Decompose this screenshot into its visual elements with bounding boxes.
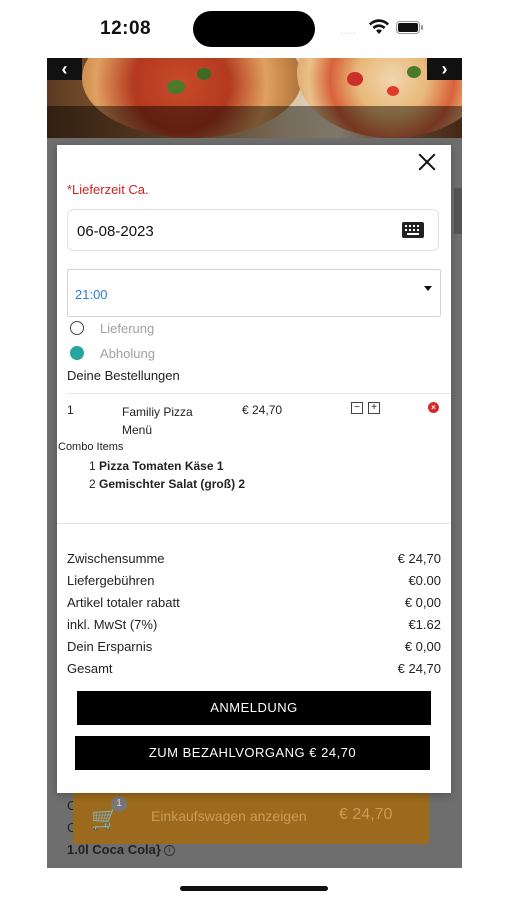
subtotal-label: Zwischensumme xyxy=(67,551,165,566)
option-label: Abholung xyxy=(100,346,155,361)
combo-name: Gemischter Salat (groß) 2 xyxy=(99,477,246,491)
order-price: € 24,70 xyxy=(242,403,283,417)
wifi-icon xyxy=(369,19,389,34)
topping xyxy=(407,66,421,78)
delivery-fee-label: Liefergebühren xyxy=(67,573,155,588)
savings-value: € 0,00 xyxy=(404,639,441,654)
vat-value: €1.62 xyxy=(408,617,441,632)
increase-qty-button[interactable]: + xyxy=(368,402,380,414)
combo-qty: 1 xyxy=(89,459,96,473)
decrease-qty-button[interactable]: − xyxy=(351,402,363,414)
discount-label: Artikel totaler rabatt xyxy=(67,595,180,610)
status-bar: 12:08 ···· xyxy=(0,0,507,58)
delivery-fee-value: €0.00 xyxy=(408,573,441,588)
signal-icon: ···· xyxy=(340,28,358,39)
prev-arrow-button[interactable]: ‹ xyxy=(47,58,82,80)
delivery-time-label: *Lieferzeit Ca. xyxy=(67,182,149,197)
view-cart-button[interactable]: 🛒 1 Einkaufswagen anzeigen € 24,70 xyxy=(73,790,429,844)
discount-value: € 0,00 xyxy=(404,595,441,610)
date-value: 06-08-2023 xyxy=(77,223,154,240)
divider xyxy=(67,393,451,394)
grand-total-value: € 24,70 xyxy=(397,661,441,676)
side-panel xyxy=(454,188,462,234)
date-field[interactable]: 06-08-2023 xyxy=(67,209,439,251)
combo-qty: 2 xyxy=(89,477,96,491)
option-label: Lieferung xyxy=(100,321,155,336)
orders-heading: Deine Bestellungen xyxy=(67,368,180,383)
login-button[interactable]: ANMELDUNG xyxy=(77,691,431,725)
radio-button[interactable] xyxy=(70,321,84,335)
product-snippet: 1.0l Coca Cola} i xyxy=(67,842,175,857)
order-qty: 1 xyxy=(67,403,74,417)
cart-count-badge: 1 xyxy=(111,796,127,812)
remove-item-icon[interactable]: × xyxy=(428,402,439,413)
keyboard-icon[interactable] xyxy=(402,222,424,238)
combo-item: 1 Pizza Tomaten Käse 1 xyxy=(89,459,224,473)
vat-label: inkl. MwSt (7%) xyxy=(67,617,158,632)
next-arrow-button[interactable]: › xyxy=(427,58,462,80)
topping xyxy=(167,80,185,94)
order-name: Familiy Pizza Menü xyxy=(122,405,193,437)
status-time: 12:08 xyxy=(100,18,152,39)
combo-heading: Combo Items xyxy=(58,441,124,453)
topping xyxy=(197,68,211,80)
subtotal-value: € 24,70 xyxy=(397,551,441,566)
time-value: 21:00 xyxy=(75,287,108,302)
battery-icon xyxy=(396,21,424,35)
topping xyxy=(347,72,363,86)
grand-total-label: Gesamt xyxy=(67,661,113,676)
savings-label: Dein Ersparnis xyxy=(67,639,153,654)
time-select[interactable]: 21:00 xyxy=(67,269,441,317)
chevron-down-icon xyxy=(424,286,432,291)
combo-name: Pizza Tomaten Käse 1 xyxy=(99,459,224,473)
topping xyxy=(387,86,399,96)
hero-shade xyxy=(47,106,462,138)
radio-button[interactable] xyxy=(70,346,84,360)
divider xyxy=(57,523,451,524)
order-modal: *Lieferzeit Ca. 06-08-2023 21:00 Lieferu… xyxy=(57,145,451,793)
checkout-button[interactable]: ZUM BEZAHLVORGANG € 24,70 xyxy=(75,736,430,770)
product-snippet-text: 1.0l Coca Cola} xyxy=(67,842,161,857)
dynamic-island xyxy=(193,11,315,47)
close-icon[interactable] xyxy=(415,150,439,174)
home-indicator[interactable] xyxy=(180,886,328,891)
cart-total: € 24,70 xyxy=(339,806,393,823)
hero-image: ‹ › xyxy=(47,58,462,138)
info-icon: i xyxy=(163,845,175,857)
cart-label: Einkaufswagen anzeigen xyxy=(151,808,307,824)
combo-item: 2 Gemischter Salat (groß) 2 xyxy=(89,477,245,491)
